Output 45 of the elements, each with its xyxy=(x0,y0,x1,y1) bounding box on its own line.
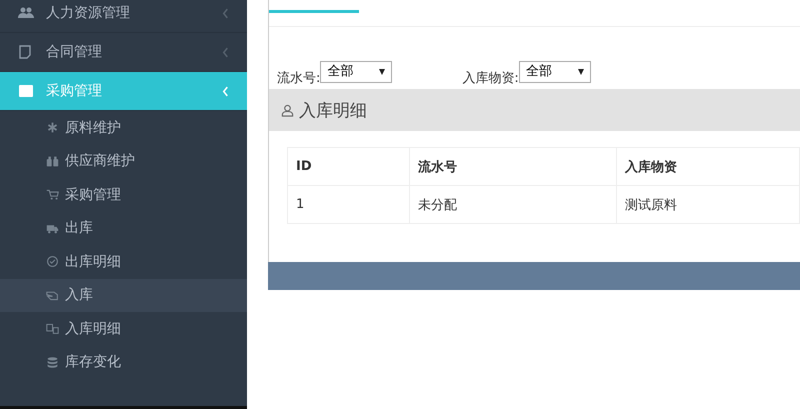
dropdown[interactable]: 全部 xyxy=(320,61,392,83)
chevron-icon xyxy=(222,86,229,96)
panel-title: 入库明细 xyxy=(299,100,367,122)
submenu-item[interactable]: 出库明细 xyxy=(0,245,247,278)
submenu-item[interactable]: 采购管理 xyxy=(0,178,247,212)
binoculars-icon xyxy=(46,154,59,168)
filter-label: 流水号: xyxy=(277,70,320,87)
menu-label: 人力资源管理 xyxy=(46,4,131,22)
check-circle-icon xyxy=(46,255,59,268)
asterisk-icon xyxy=(46,121,59,134)
submenu-label: 原料维护 xyxy=(65,118,121,137)
submenu-label: 入库明细 xyxy=(65,320,121,338)
submenu-item[interactable]: 供应商维护 xyxy=(0,144,247,178)
submenu-label: 采购管理 xyxy=(65,186,121,204)
cart-icon xyxy=(46,188,59,202)
submenu-label: 供应商维护 xyxy=(65,152,135,170)
menu-label: 合同管理 xyxy=(46,43,103,61)
table-cell: 测试原料 xyxy=(616,186,800,224)
user-icon xyxy=(281,104,294,116)
chevron-icon xyxy=(222,8,229,18)
column-header: 入库物资 xyxy=(616,148,800,186)
boxes-icon xyxy=(46,322,59,336)
submenu-item[interactable]: 入库明细 xyxy=(0,312,247,346)
submenu-label: 出库明细 xyxy=(65,252,121,271)
submenu-label: 库存变化 xyxy=(65,353,121,372)
submenu-label: 出库 xyxy=(65,219,93,238)
submenu-item[interactable]: 库存变化 xyxy=(0,346,247,379)
table-cell: 未分配 xyxy=(410,186,616,224)
caret-icon xyxy=(578,69,584,75)
chevron-icon xyxy=(222,46,229,58)
submenu-label: 入库 xyxy=(65,286,93,304)
submenu-item[interactable]: 出库 xyxy=(0,212,247,245)
dropdown[interactable]: 全部 xyxy=(518,61,591,83)
caret-icon xyxy=(379,69,386,75)
table-cell: 1 xyxy=(288,186,410,224)
menu-label: 采购管理 xyxy=(46,82,103,100)
column-header: ID xyxy=(288,148,410,186)
submenu-item[interactable]: 入库 xyxy=(0,278,247,312)
database-icon xyxy=(46,356,59,369)
submenu-item[interactable]: 原料维护 xyxy=(0,111,247,144)
card-icon xyxy=(18,83,34,99)
menu-item[interactable]: 人力资源管理 xyxy=(0,0,247,33)
filter-label: 入库物资: xyxy=(462,70,519,87)
column-header: 流水号 xyxy=(410,148,616,186)
users-icon xyxy=(18,5,34,21)
